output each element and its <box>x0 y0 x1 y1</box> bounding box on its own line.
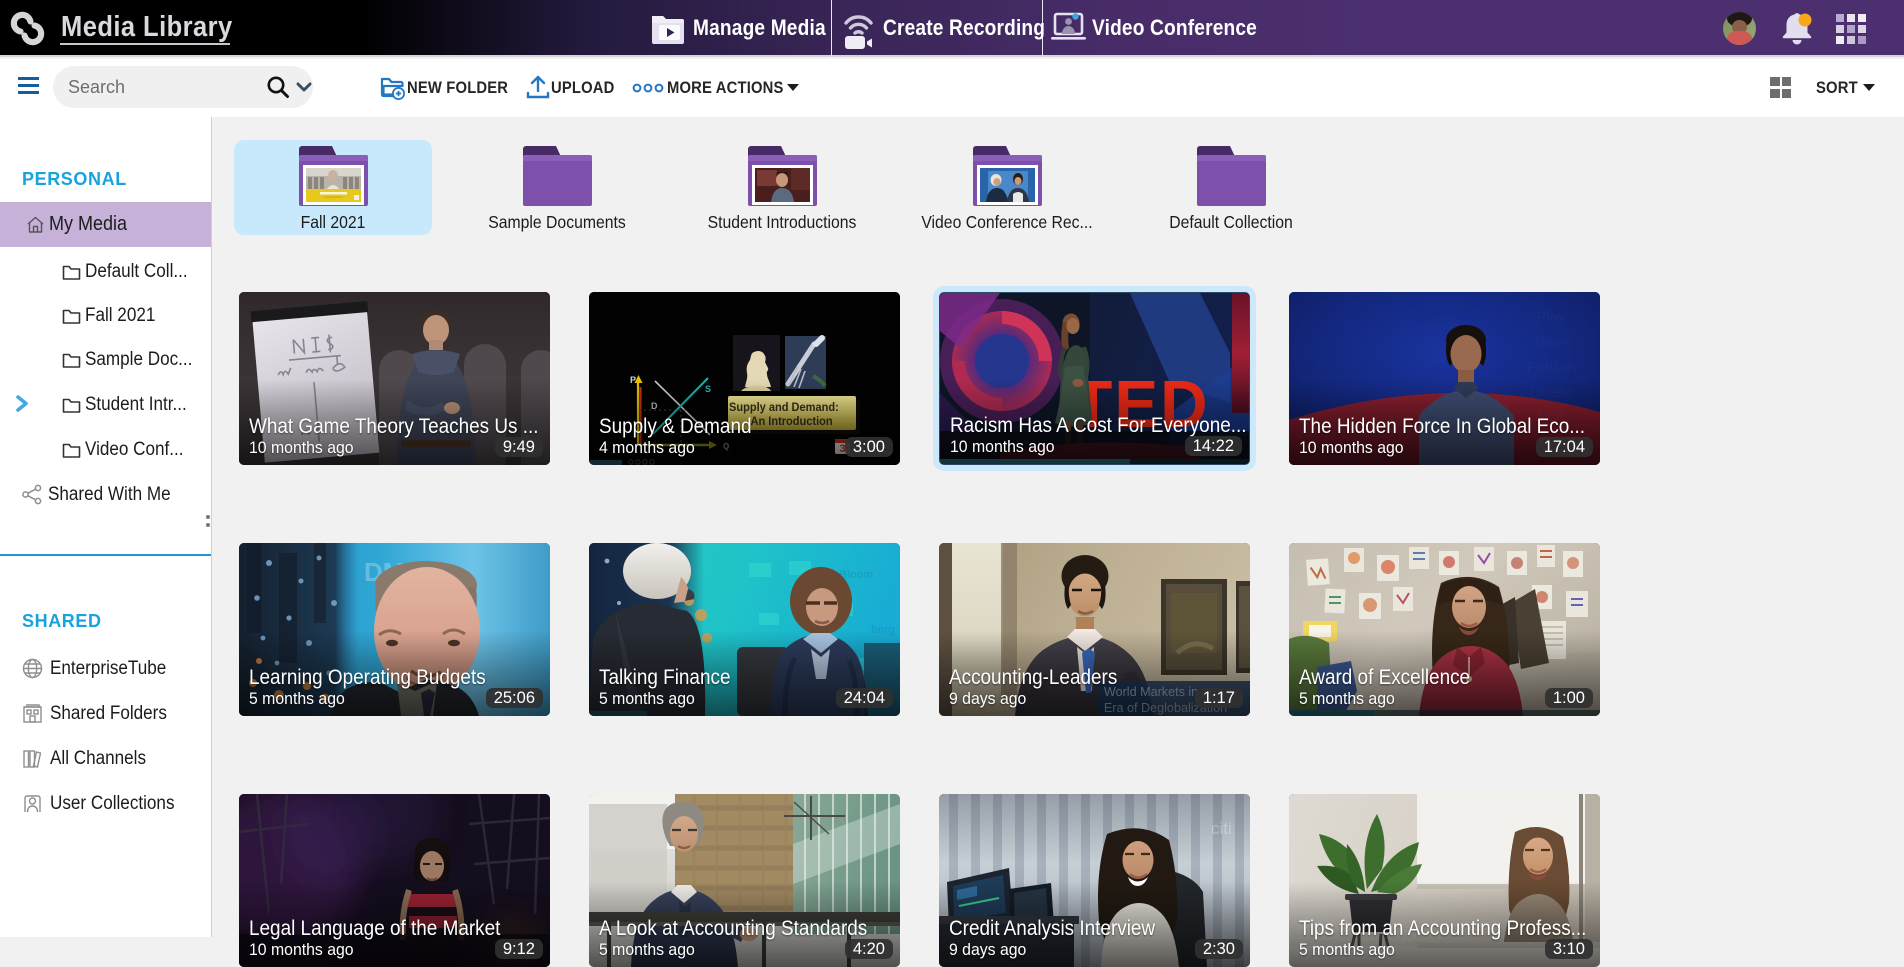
svg-text:Share: Share <box>1531 334 1571 351</box>
svg-text:citi: citi <box>1211 819 1232 838</box>
svg-text:Publish: Publish <box>1526 359 1575 376</box>
svg-text:Play: Play <box>1536 309 1566 326</box>
